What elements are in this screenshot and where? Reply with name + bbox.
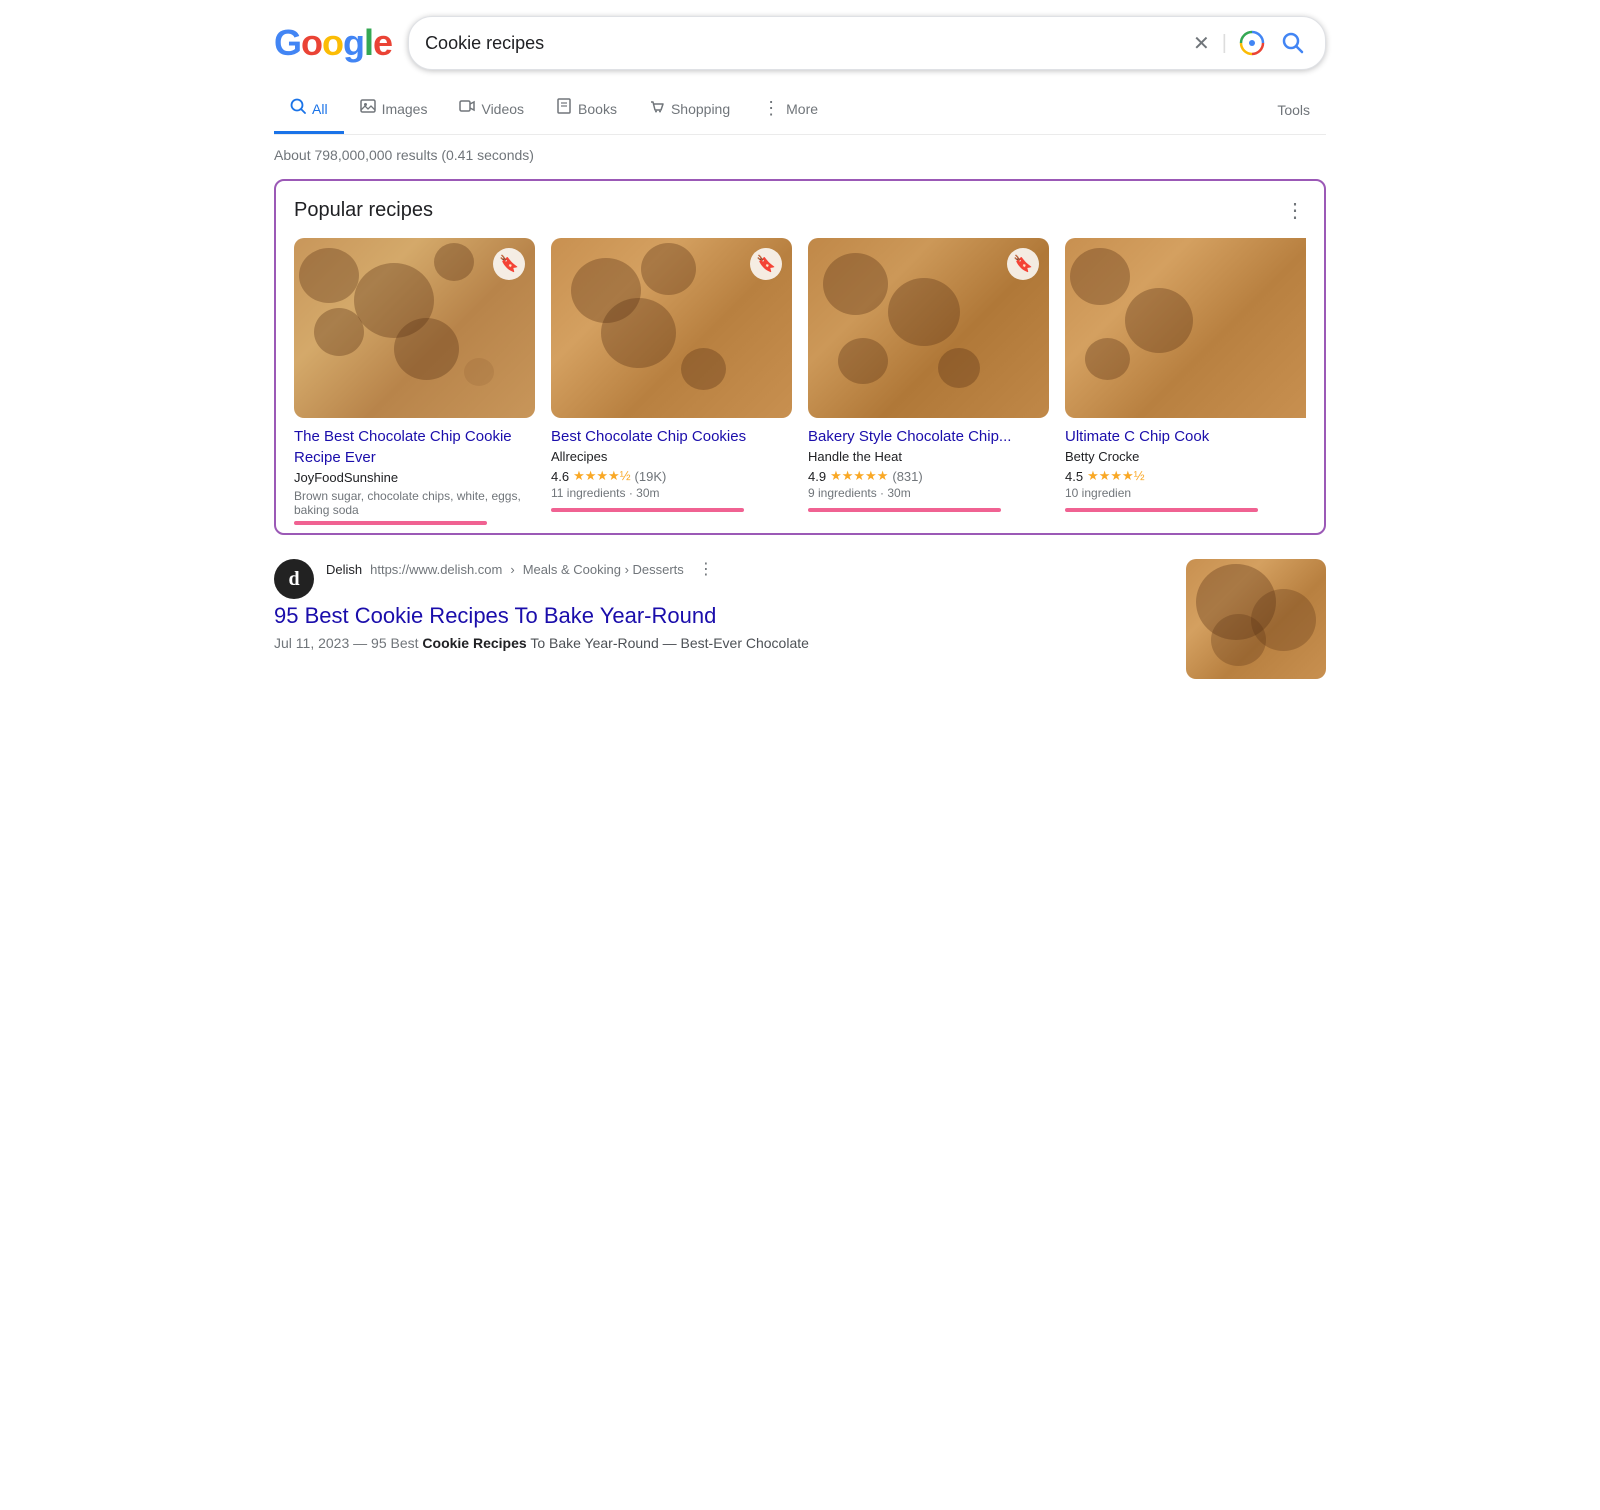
delish-favicon-letter: d <box>288 568 299 591</box>
delish-snippet: Jul 11, 2023 — 95 Best Cookie Recipes To… <box>274 633 1170 654</box>
recipe-desc-1: Brown sugar, chocolate chips, white, egg… <box>294 489 535 517</box>
recipe-rating-3: 4.9 ★★★★★ (831) <box>808 468 1049 484</box>
recipe-meta-4: 10 ingredien <box>1065 486 1306 500</box>
videos-icon <box>459 98 475 119</box>
recipe-image-2: 🔖 <box>551 238 792 418</box>
delish-favicon: d <box>274 559 314 599</box>
delish-url: https://www.delish.com <box>370 562 502 577</box>
delish-thumbnail <box>1186 559 1326 679</box>
popular-recipes-title: Popular recipes <box>294 199 433 222</box>
recipe-title-4: Ultimate C Chip Cook <box>1065 426 1306 447</box>
recipe-source-4: Betty Crocke <box>1065 449 1306 464</box>
recipe-source-2: Allrecipes <box>551 449 792 464</box>
url-row: Delish https://www.delish.com › Meals & … <box>326 559 714 579</box>
delish-site-name: Delish <box>326 562 362 577</box>
url-block: Delish https://www.delish.com › Meals & … <box>326 559 714 579</box>
books-icon <box>556 98 572 119</box>
popular-recipes-menu-icon[interactable]: ⋮ <box>1285 201 1306 221</box>
recipe-card-1[interactable]: 🔖 The Best Chocolate Chip Cookie Recipe … <box>294 238 535 525</box>
recipe-source-1: JoyFoodSunshine <box>294 470 535 485</box>
tab-images-label: Images <box>382 101 428 117</box>
tab-shopping[interactable]: Shopping <box>633 86 746 134</box>
rating-count-3: (831) <box>892 469 922 484</box>
recipe-card-2[interactable]: 🔖 Best Chocolate Chip Cookies Allrecipes… <box>551 238 792 525</box>
clear-icon[interactable]: ✕ <box>1193 31 1210 56</box>
tab-all-label: All <box>312 101 328 117</box>
recipe-card-4[interactable]: Ultimate C Chip Cook Betty Crocke 4.5 ★★… <box>1065 238 1306 525</box>
recipe-cards: 🔖 The Best Chocolate Chip Cookie Recipe … <box>294 238 1306 525</box>
recipe-bar-1 <box>294 521 487 525</box>
tab-more-label: More <box>786 101 818 117</box>
nav-tabs: All Images Videos Books Shopping ⋮ More … <box>274 86 1326 135</box>
recipe-bar-3 <box>808 508 1001 512</box>
snippet-dash: — 95 Best <box>353 635 422 651</box>
all-icon <box>290 98 306 119</box>
recipe-card-3[interactable]: 🔖 Bakery Style Chocolate Chip... Handle … <box>808 238 1049 525</box>
tab-images[interactable]: Images <box>344 86 444 134</box>
recipe-bar-2 <box>551 508 744 512</box>
tab-videos-label: Videos <box>481 101 524 117</box>
search-bar: ✕ | <box>408 16 1326 70</box>
recipe-meta-2: 11 ingredients · 30m <box>551 486 792 500</box>
snippet-rest: To Bake Year-Round — Best-Ever Chocolate <box>530 635 809 651</box>
shopping-icon <box>649 98 665 119</box>
web-result-delish: d Delish https://www.delish.com › Meals … <box>274 559 1326 679</box>
recipe-bar-4 <box>1065 508 1258 512</box>
web-result-favicon-row: d Delish https://www.delish.com › Meals … <box>274 559 1170 599</box>
rating-value-2: 4.6 <box>551 469 569 484</box>
search-button[interactable] <box>1277 27 1309 59</box>
rating-value-3: 4.9 <box>808 469 826 484</box>
more-icon: ⋮ <box>762 98 780 119</box>
rating-value-4: 4.5 <box>1065 469 1083 484</box>
recipe-image-4 <box>1065 238 1306 418</box>
delish-title[interactable]: 95 Best Cookie Recipes To Bake Year-Roun… <box>274 603 1170 629</box>
stars-3: ★★★★★ <box>830 468 888 484</box>
snippet-date: Jul 11, 2023 <box>274 635 349 651</box>
delish-breadcrumb: Meals & Cooking › Desserts <box>523 562 684 577</box>
results-count: About 798,000,000 results (0.41 seconds) <box>274 147 1326 163</box>
tab-more[interactable]: ⋮ More <box>746 86 834 134</box>
recipe-image-3: 🔖 <box>808 238 1049 418</box>
search-bar-icons: ✕ | <box>1193 27 1309 59</box>
result-menu-icon[interactable]: ⋮ <box>698 559 714 579</box>
recipe-title-2: Best Chocolate Chip Cookies <box>551 426 792 447</box>
recipe-meta-3: 9 ingredients · 30m <box>808 486 1049 500</box>
popular-recipes-box: Popular recipes ⋮ 🔖 The Best Chocolate C… <box>274 179 1326 535</box>
snippet-bold: Cookie Recipes <box>422 635 526 651</box>
tab-shopping-label: Shopping <box>671 101 730 117</box>
recipe-image-1: 🔖 <box>294 238 535 418</box>
tools-button[interactable]: Tools <box>1261 90 1326 130</box>
google-logo: Google <box>274 22 392 64</box>
tab-books-label: Books <box>578 101 617 117</box>
stars-2: ★★★★½ <box>573 468 630 484</box>
divider: | <box>1222 32 1227 55</box>
rating-count-2: (19K) <box>635 469 667 484</box>
search-input[interactable] <box>425 33 1185 54</box>
recipe-rating-2: 4.6 ★★★★½ (19K) <box>551 468 792 484</box>
tab-all[interactable]: All <box>274 86 344 134</box>
lens-icon[interactable] <box>1239 30 1265 56</box>
recipe-title-3: Bakery Style Chocolate Chip... <box>808 426 1049 447</box>
bookmark-icon-2[interactable]: 🔖 <box>750 248 782 280</box>
tab-videos[interactable]: Videos <box>443 86 540 134</box>
recipe-title-1: The Best Chocolate Chip Cookie Recipe Ev… <box>294 426 535 468</box>
web-result-main-delish: d Delish https://www.delish.com › Meals … <box>274 559 1170 679</box>
bookmark-icon-1[interactable]: 🔖 <box>493 248 525 280</box>
breadcrumb-arrow: › <box>510 562 514 577</box>
stars-4: ★★★★½ <box>1087 468 1144 484</box>
popular-recipes-header: Popular recipes ⋮ <box>294 199 1306 222</box>
images-icon <box>360 98 376 119</box>
tab-books[interactable]: Books <box>540 86 633 134</box>
bookmark-icon-3[interactable]: 🔖 <box>1007 248 1039 280</box>
recipe-source-3: Handle the Heat <box>808 449 1049 464</box>
header: Google ✕ | <box>274 16 1326 70</box>
recipe-rating-4: 4.5 ★★★★½ <box>1065 468 1306 484</box>
